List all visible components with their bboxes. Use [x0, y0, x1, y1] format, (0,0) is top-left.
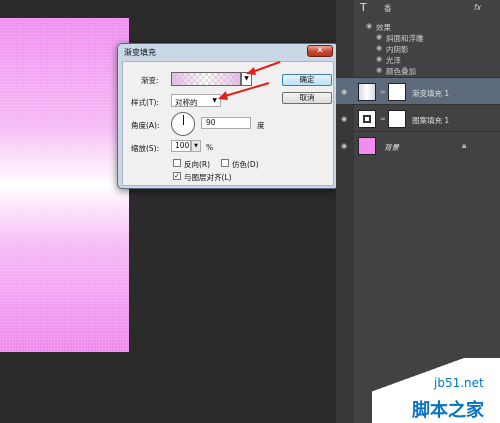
dither-checkbox[interactable]	[221, 159, 229, 167]
link-icon: ∞	[380, 115, 386, 123]
eye-icon: ◉	[341, 88, 348, 96]
dialog-title: 渐变填充	[124, 48, 156, 57]
mask-thumbnail	[388, 83, 406, 101]
annotation-arrow-gradient	[246, 61, 281, 75]
eye-icon: ◉	[376, 55, 383, 63]
gradient-fill-dialog: 渐变填充 ✕ 渐变: ▼ 样式(T): 对称的 ▼ 角度(A): 90 度 缩放…	[117, 43, 339, 189]
layer-row-pattern-fill[interactable]: ◉ ∞ 图案填充 1	[336, 104, 500, 132]
scale-dropdown-button[interactable]: ▼	[191, 140, 201, 152]
ok-button[interactable]: 确定	[282, 74, 332, 86]
pattern-thumbnail	[358, 110, 376, 128]
link-icon: ∞	[380, 88, 386, 96]
layer-row-gradient-fill[interactable]: ◉ ∞ 渐变填充 1	[336, 77, 500, 105]
effect-item[interactable]: ◉ 光泽	[376, 55, 424, 66]
lock-icon: 🔒︎	[462, 141, 467, 150]
angle-label: 角度(A):	[131, 121, 160, 130]
angle-input[interactable]: 90	[201, 117, 251, 129]
watermark: jb51.net 脚本之家	[372, 358, 500, 423]
scale-unit: %	[206, 143, 214, 152]
watermark-name: 脚本之家	[412, 400, 484, 421]
watermark-domain: jb51.net	[434, 376, 484, 390]
layer-name: 图案填充 1	[412, 116, 450, 125]
align-checkbox[interactable]: ✓	[173, 172, 181, 180]
style-value: 对称的	[175, 98, 198, 107]
background-thumbnail	[358, 137, 376, 155]
chevron-down-icon: ▼	[194, 143, 198, 149]
reverse-checkbox[interactable]	[173, 159, 181, 167]
layer-row-background[interactable]: ◉ 背景 🔒︎	[336, 131, 500, 159]
effects-list: ◉ 效果 ◉ 斜面和浮雕 ◉ 内阴影 ◉ 光泽 ◉ 颜色叠加	[366, 22, 424, 77]
annotation-arrow-style	[218, 82, 270, 100]
scale-label: 缩放(S):	[131, 144, 160, 153]
document-canvas[interactable]	[0, 18, 129, 352]
text-layer-row[interactable]: T 香 fx	[336, 0, 500, 16]
dither-label: 仿色(D)	[232, 160, 259, 169]
gradient-thumbnail	[358, 83, 376, 101]
pattern-icon	[363, 115, 371, 123]
eye-icon: ◉	[341, 142, 348, 150]
angle-dial[interactable]	[171, 112, 195, 136]
effects-header[interactable]: ◉ 效果	[366, 22, 424, 33]
effect-label: 斜面和浮雕	[386, 34, 424, 43]
layer-name: 背景	[384, 143, 399, 152]
fx-icon: fx	[474, 3, 482, 12]
effect-label: 颜色叠加	[386, 67, 416, 76]
scale-input[interactable]: 100	[171, 140, 191, 152]
reverse-label: 反向(R)	[184, 160, 211, 169]
style-select[interactable]: 对称的 ▼	[171, 94, 221, 107]
effect-label: 光泽	[386, 56, 401, 65]
style-label: 样式(T):	[131, 98, 159, 107]
effect-item[interactable]: ◉ 斜面和浮雕	[376, 33, 424, 44]
eye-icon: ◉	[376, 33, 383, 41]
dialog-titlebar[interactable]: 渐变填充 ✕	[118, 44, 338, 60]
mask-thumbnail	[388, 110, 406, 128]
effect-item[interactable]: ◉ 内阴影	[376, 44, 424, 55]
close-button[interactable]: ✕	[307, 45, 333, 57]
angle-needle	[183, 115, 184, 125]
angle-unit: 度	[257, 121, 265, 130]
text-layer-name: 香	[384, 4, 392, 13]
gradient-label: 渐变:	[141, 76, 159, 85]
text-type-icon: T	[360, 1, 367, 14]
eye-icon: ◉	[366, 22, 373, 30]
effects-header-label: 效果	[376, 23, 391, 32]
eye-icon: ◉	[376, 66, 383, 74]
layer-name: 渐变填充 1	[412, 89, 450, 98]
eye-icon: ◉	[341, 115, 348, 123]
align-label: 与图层对齐(L)	[184, 173, 232, 182]
cancel-button[interactable]: 取消	[282, 92, 332, 104]
eye-icon: ◉	[376, 44, 383, 52]
effect-item[interactable]: ◉ 颜色叠加	[376, 66, 424, 77]
effect-label: 内阴影	[386, 45, 409, 54]
checkmark-icon: ✓	[174, 172, 180, 180]
panel-gutter	[336, 0, 354, 423]
